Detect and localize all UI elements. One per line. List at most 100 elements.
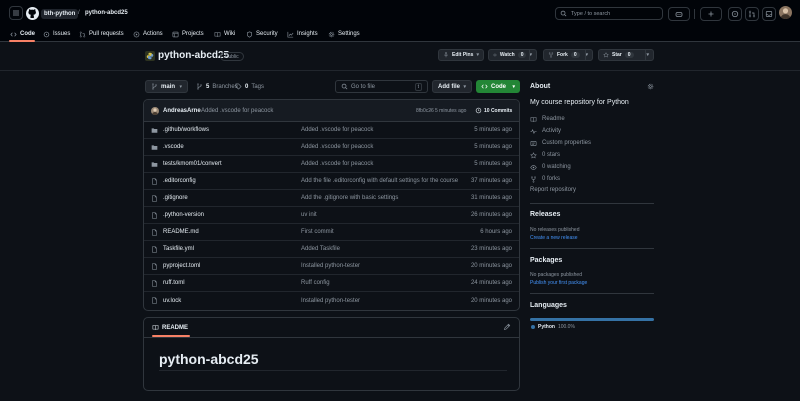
tab-code[interactable]: Code: [10, 28, 35, 40]
forks-link[interactable]: 0 forks: [530, 174, 560, 184]
releases-title[interactable]: Releases: [530, 211, 560, 218]
file-commit-message[interactable]: uv init: [301, 212, 317, 218]
tab-actions[interactable]: Actions: [133, 28, 163, 40]
file-name[interactable]: .editorconfig: [163, 178, 196, 184]
tab-pull-requests-label: Pull requests: [89, 31, 124, 37]
tab-settings[interactable]: Settings: [328, 28, 360, 40]
repo-head-divider: [0, 70, 800, 71]
user-avatar[interactable]: [779, 6, 792, 19]
file-commit-age: 37 minutes ago: [470, 178, 512, 184]
file-row[interactable]: uv.lock Installed python-tester 20 minutes…: [144, 292, 519, 309]
edit-readme-button[interactable]: [503, 323, 511, 331]
copilot-button[interactable]: [668, 7, 690, 21]
file-commit-message[interactable]: Add the .gitignore with basic settings: [301, 195, 398, 201]
file-name[interactable]: .vscode: [163, 144, 184, 150]
file-commit-age: 26 minutes ago: [470, 212, 512, 218]
file-commit-message[interactable]: Added Taskfile: [301, 246, 340, 252]
fork-button[interactable]: Fork 0 ▾: [543, 49, 593, 61]
custom-properties-link[interactable]: Custom properties: [530, 138, 591, 148]
tab-actions-label: Actions: [143, 31, 163, 37]
report-repository-link[interactable]: Report repository: [530, 187, 576, 193]
star-count: 0: [624, 52, 634, 58]
play-icon: [133, 31, 140, 37]
tab-projects[interactable]: Projects: [172, 28, 204, 40]
tab-security-label: Security: [256, 31, 278, 37]
packages-title[interactable]: Packages: [530, 257, 562, 264]
hamburger-menu-button[interactable]: [9, 6, 23, 20]
file-row[interactable]: Taskfile.yml Added Taskfile 23 minutes ago: [144, 241, 519, 258]
create-release-link[interactable]: Create a new release: [530, 235, 578, 241]
org-breadcrumb[interactable]: bth-python: [41, 9, 79, 19]
watch-button[interactable]: Watch 0 ▾: [488, 49, 537, 61]
file-name[interactable]: .python-version: [163, 212, 204, 218]
forks-label: 0 forks: [542, 176, 561, 182]
file-name[interactable]: .gitignore: [163, 195, 188, 201]
file-icon: [152, 212, 157, 219]
file-row[interactable]: .vscode Added .vscode for peacock 5 minute…: [144, 139, 519, 156]
repo-breadcrumb[interactable]: python-abcd25: [85, 10, 128, 16]
go-to-file-input[interactable]: Go to file t: [335, 80, 428, 93]
file-commit-message[interactable]: First commit: [301, 229, 334, 235]
file-name[interactable]: README.md: [163, 229, 199, 235]
activity-link[interactable]: Activity: [530, 126, 561, 136]
no-releases-text: No releases published: [530, 227, 580, 233]
file-row[interactable]: .editorconfig Add the file .editorconfig …: [144, 173, 519, 190]
add-file-button[interactable]: Add file ▾: [432, 80, 472, 93]
file-row[interactable]: README.md First commit 6 hours ago: [144, 224, 519, 241]
file-commit-message[interactable]: Ruff config: [301, 280, 330, 286]
global-search-input[interactable]: Type / to search: [555, 7, 663, 20]
commits-link[interactable]: 10 Commits: [475, 107, 512, 114]
tab-wiki[interactable]: Wiki: [214, 28, 235, 40]
file-name[interactable]: pyproject.toml: [163, 263, 200, 269]
code-dropdown-button[interactable]: Code ▾: [476, 80, 520, 93]
file-commit-message[interactable]: Installed python-tester: [301, 298, 360, 304]
github-logo-icon[interactable]: [26, 7, 39, 20]
file-row[interactable]: .python-version uv init 26 minutes ago: [144, 207, 519, 224]
file-rows: .github/workflows Added .vscode for peaco…: [144, 122, 519, 309]
file-row[interactable]: tests/kmom01/convert Added .vscode for pe…: [144, 156, 519, 173]
pull-requests-nav-button[interactable]: [745, 7, 759, 21]
commit-message[interactable]: Added .vscode for peacock: [201, 108, 273, 114]
watching-link[interactable]: 0 watching: [530, 162, 571, 172]
tab-pull-requests[interactable]: Pull requests: [79, 28, 124, 40]
tab-issues[interactable]: Issues: [43, 28, 70, 40]
file-commit-message[interactable]: Added .vscode for peacock: [301, 127, 373, 133]
commit-author[interactable]: AndreasArne: [163, 108, 201, 114]
file-name[interactable]: tests/kmom01/convert: [163, 161, 222, 167]
file-name[interactable]: ruff.toml: [163, 280, 185, 286]
tab-insights[interactable]: Insights: [287, 28, 318, 40]
readme-tab[interactable]: README: [152, 324, 188, 331]
star-button[interactable]: Star 0 ▾: [598, 49, 654, 61]
stars-link[interactable]: 0 stars: [530, 150, 560, 160]
file-name[interactable]: Taskfile.yml: [163, 246, 194, 252]
code-button-label: Code: [491, 83, 506, 90]
search-icon: [560, 10, 567, 17]
repo-title[interactable]: python-abcd25: [158, 50, 229, 61]
star-icon: [530, 151, 537, 158]
file-row[interactable]: ruff.toml Ruff config 24 minutes ago: [144, 275, 519, 292]
history-icon: [475, 107, 482, 114]
file-row[interactable]: .github/workflows Added .vscode for peaco…: [144, 122, 519, 139]
plus-icon: [708, 11, 714, 17]
create-new-button[interactable]: [700, 7, 722, 21]
branch-icon: [197, 83, 202, 90]
commit-author-avatar[interactable]: [151, 107, 159, 115]
file-name[interactable]: uv.lock: [163, 298, 181, 304]
branch-select-button[interactable]: main ▾: [145, 80, 188, 93]
file-commit-message[interactable]: Installed python-tester: [301, 263, 360, 269]
about-settings-button[interactable]: [647, 83, 654, 90]
language-python[interactable]: Python 100.0%: [531, 324, 575, 330]
file-row[interactable]: .gitignore Add the .gitignore with basic …: [144, 190, 519, 207]
readme-link[interactable]: Readme: [530, 114, 565, 124]
file-row[interactable]: pyproject.toml Installed python-tester 20 …: [144, 258, 519, 275]
notifications-button[interactable]: [762, 7, 776, 21]
file-commit-message[interactable]: Added .vscode for peacock: [301, 161, 373, 167]
publish-package-link[interactable]: Publish your first package: [530, 280, 587, 286]
file-commit-message[interactable]: Add the file .editorconfig with default …: [301, 178, 458, 184]
edit-pins-button[interactable]: Edit Pins ▾: [438, 49, 484, 61]
file-name[interactable]: .github/workflows: [163, 127, 209, 133]
file-commit-message[interactable]: Added .vscode for peacock: [301, 144, 373, 150]
issues-nav-button[interactable]: [728, 7, 742, 21]
tab-security[interactable]: Security: [246, 28, 278, 40]
tags-link[interactable]: 0 Tags: [233, 80, 269, 93]
